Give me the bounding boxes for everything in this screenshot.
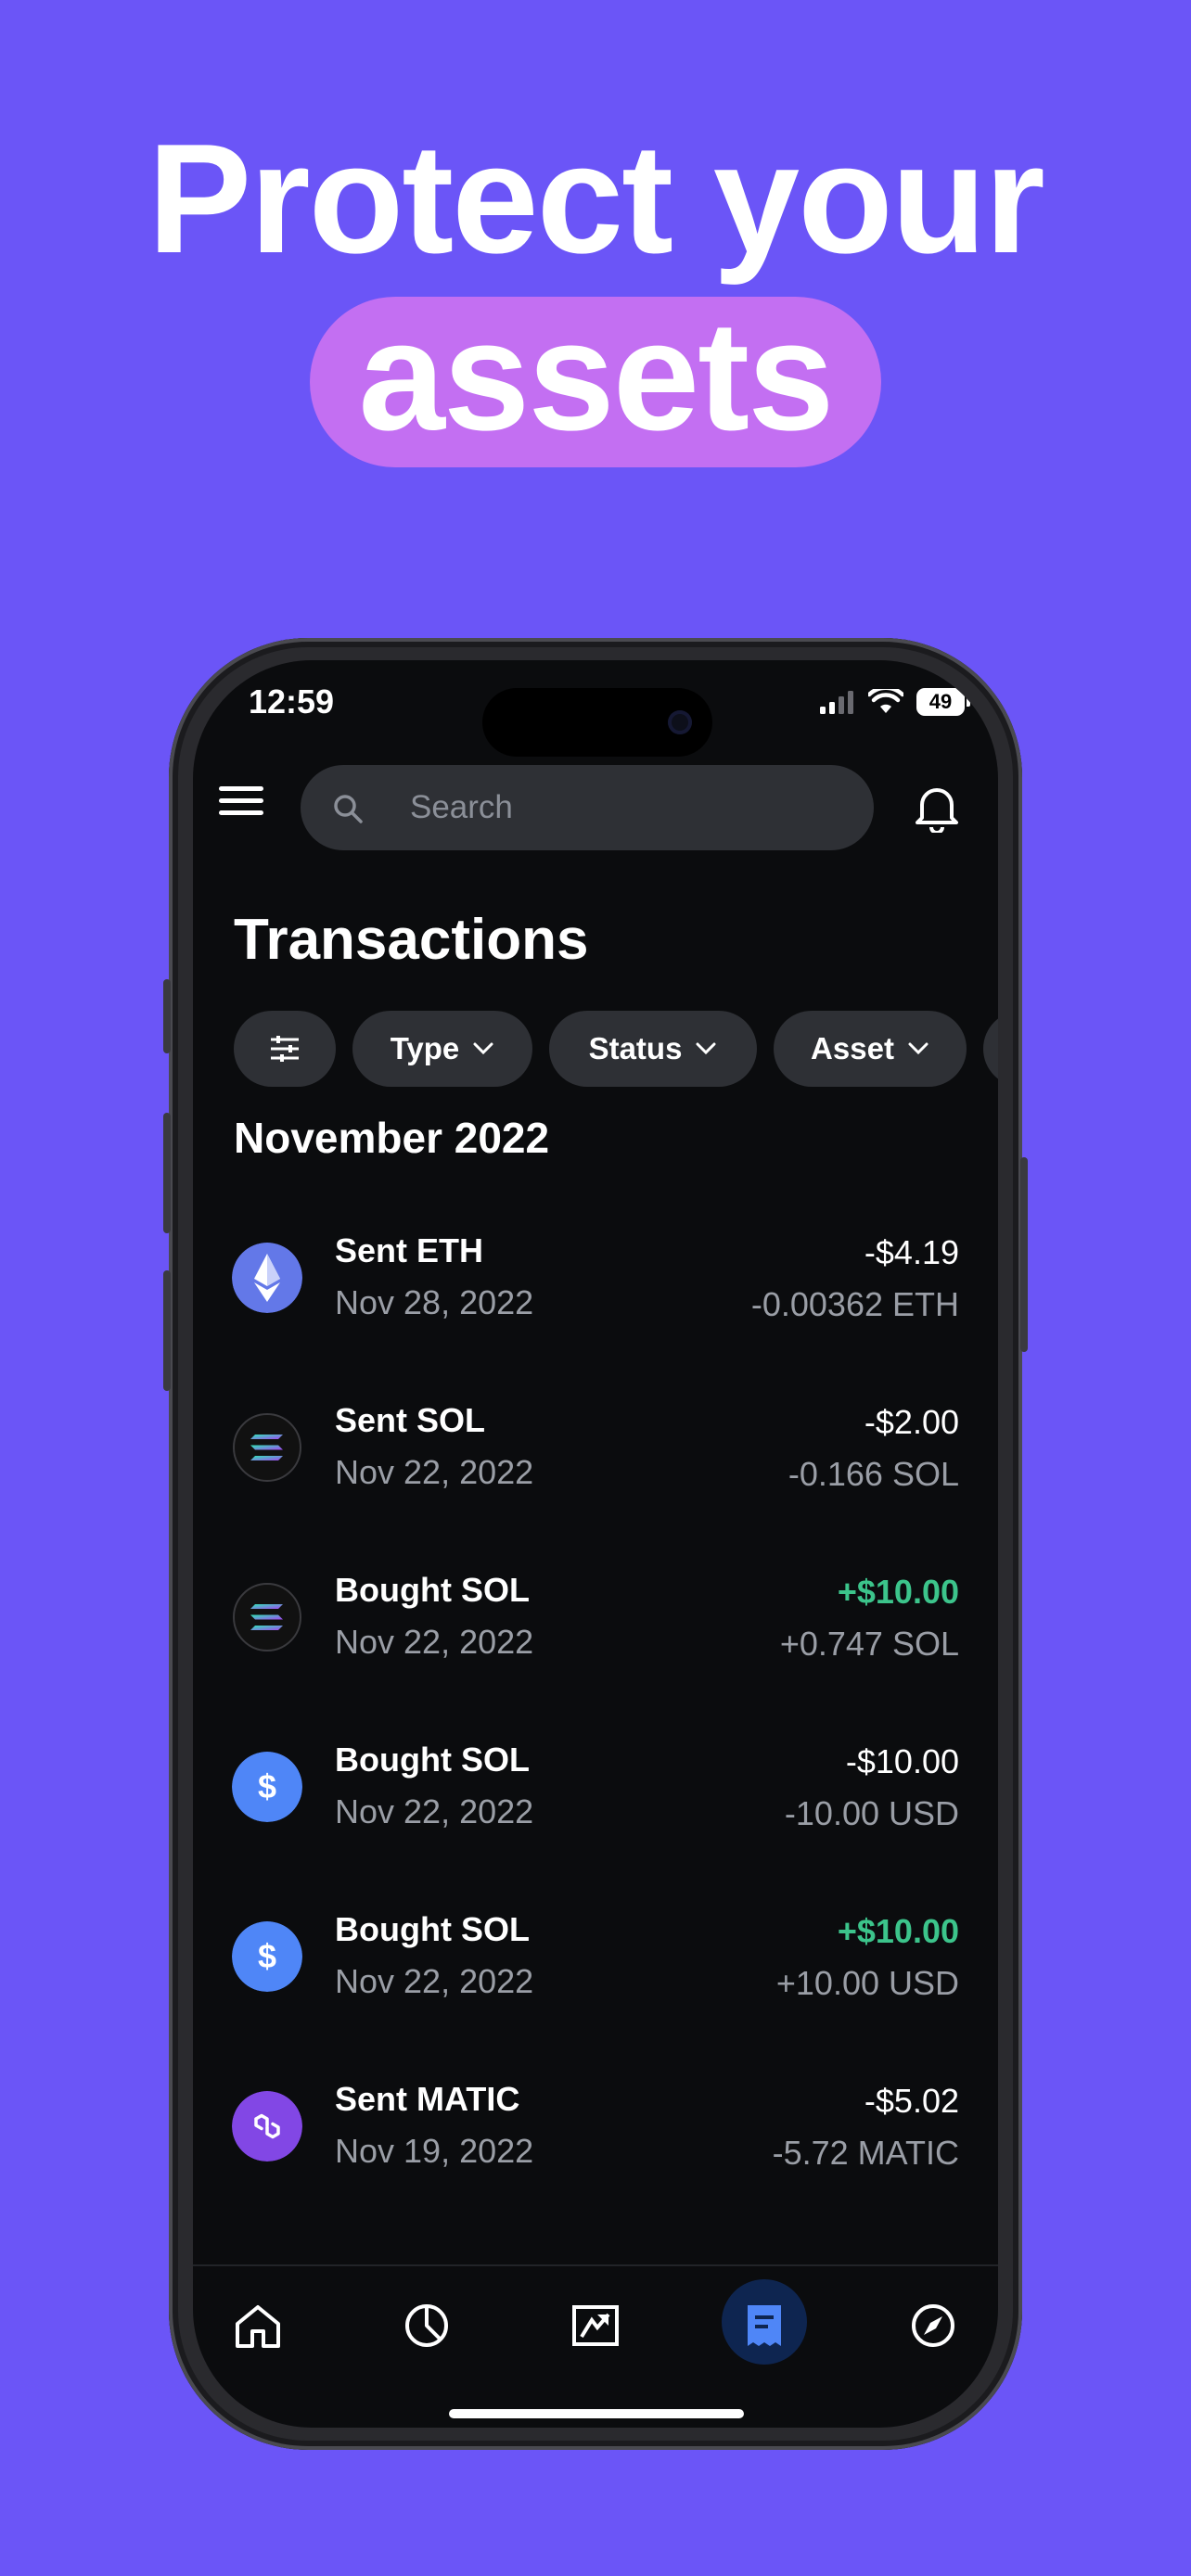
trade-icon[interactable] — [570, 2300, 621, 2352]
explore-icon[interactable] — [907, 2300, 959, 2352]
transaction-title: Sent SOL — [335, 1401, 486, 1439]
filter-asset-label: Asset — [811, 1031, 894, 1065]
transaction-title: Sent ETH — [335, 1231, 484, 1269]
chevron-down-icon — [696, 1042, 716, 1055]
transaction-title: Sent MATIC — [335, 2080, 520, 2118]
signal-icon — [820, 691, 853, 714]
transaction-fiat-amount: +$10.00 — [837, 1912, 959, 1950]
transaction-date: Nov 22, 2022 — [335, 1453, 534, 1491]
transaction-row[interactable]: Bought SOL Nov 22, 2022 +$10.00 +0.747 S… — [193, 1543, 998, 1701]
search-placeholder: Search — [410, 789, 513, 825]
filter-settings-button[interactable] — [234, 1011, 336, 1087]
status-time: 12:59 — [249, 682, 335, 721]
hero-highlight-pill: assets — [310, 297, 881, 467]
filter-type-label: Type — [390, 1031, 460, 1065]
hero-headline: Protect your — [147, 111, 1045, 286]
transaction-crypto-amount: +10.00 USD — [775, 1964, 959, 2002]
transaction-date: Nov 22, 2022 — [335, 1623, 534, 1661]
transaction-title: Bought SOL — [335, 1571, 530, 1609]
svg-text:$: $ — [258, 1937, 276, 1975]
sol-icon — [233, 1413, 301, 1482]
phone-power-button — [1020, 1157, 1028, 1352]
sol-icon — [233, 1583, 301, 1651]
bottom-nav-divider — [193, 2264, 998, 2266]
transaction-date: Nov 19, 2022 — [335, 2132, 534, 2170]
transaction-row[interactable]: Sent MATIC Nov 19, 2022 -$5.02 -5.72 MAT… — [193, 2052, 998, 2210]
filter-asset-chip[interactable]: Asset — [774, 1011, 967, 1087]
search-icon — [334, 795, 363, 823]
transaction-title: Bought SOL — [335, 1741, 530, 1779]
section-month-header: November 2022 — [234, 1114, 550, 1162]
transaction-date: Nov 28, 2022 — [335, 1283, 534, 1321]
phone-volume-down — [163, 1270, 171, 1391]
usd-icon: $ — [232, 1752, 302, 1822]
sliders-icon — [271, 1036, 299, 1062]
phone-screen: 12:59 49 Search Transactions Type Status… — [193, 660, 998, 2428]
transaction-crypto-amount: +0.747 SOL — [779, 1625, 959, 1663]
chevron-down-icon — [473, 1042, 493, 1055]
camera-icon — [668, 710, 692, 734]
filter-type-chip[interactable]: Type — [352, 1011, 532, 1087]
filter-more-chip[interactable] — [983, 1011, 998, 1087]
search-input[interactable]: Search — [301, 765, 874, 850]
filter-status-chip[interactable]: Status — [549, 1011, 757, 1087]
eth-icon — [232, 1243, 302, 1313]
matic-icon — [232, 2091, 302, 2162]
transaction-row[interactable]: Sent SOL Nov 22, 2022 -$2.00 -0.166 SOL — [193, 1373, 998, 1531]
hero-highlight-text: assets — [358, 288, 834, 463]
notification-bell-icon[interactable] — [913, 781, 961, 833]
transaction-crypto-amount: -0.166 SOL — [788, 1455, 959, 1493]
status-indicators: 49 — [820, 688, 970, 716]
page-title: Transactions — [234, 908, 589, 972]
transaction-crypto-amount: -5.72 MATIC — [772, 2134, 959, 2172]
transaction-fiat-amount: -$2.00 — [864, 1403, 959, 1441]
dynamic-island — [482, 688, 712, 757]
filter-status-label: Status — [588, 1031, 683, 1065]
transaction-row[interactable]: $ Bought SOL Nov 22, 2022 -$10.00 -10.00… — [193, 1713, 998, 1870]
home-indicator — [449, 2409, 744, 2418]
phone-action-button — [163, 979, 171, 1053]
usd-icon: $ — [232, 1921, 302, 1992]
transaction-fiat-amount: -$10.00 — [845, 1742, 959, 1780]
chevron-down-icon — [908, 1042, 928, 1055]
hamburger-menu-icon[interactable] — [219, 781, 263, 822]
transaction-fiat-amount: +$10.00 — [837, 1573, 959, 1611]
transaction-fiat-amount: -$5.02 — [864, 2082, 959, 2120]
transaction-row[interactable]: $ Bought SOL Nov 22, 2022 +$10.00 +10.00… — [193, 1882, 998, 2040]
filter-chips: Type Status Asset — [234, 1011, 998, 1089]
svg-text:$: $ — [258, 1767, 276, 1805]
transaction-title: Bought SOL — [335, 1910, 530, 1948]
transaction-fiat-amount: -$4.19 — [864, 1233, 959, 1271]
transaction-date: Nov 22, 2022 — [335, 1962, 534, 2000]
portfolio-icon[interactable] — [401, 2300, 453, 2352]
transactions-icon[interactable] — [738, 2300, 790, 2352]
phone-volume-up — [163, 1113, 171, 1233]
transaction-row[interactable]: Sent ETH Nov 28, 2022 -$4.19 -0.00362 ET… — [193, 1204, 998, 1361]
transaction-crypto-amount: -10.00 USD — [784, 1794, 959, 1832]
home-icon[interactable] — [232, 2300, 284, 2352]
wifi-icon — [868, 689, 903, 713]
battery-icon: 49 — [916, 688, 970, 716]
transaction-crypto-amount: -0.00362 ETH — [750, 1285, 959, 1323]
transaction-date: Nov 22, 2022 — [335, 1792, 534, 1830]
